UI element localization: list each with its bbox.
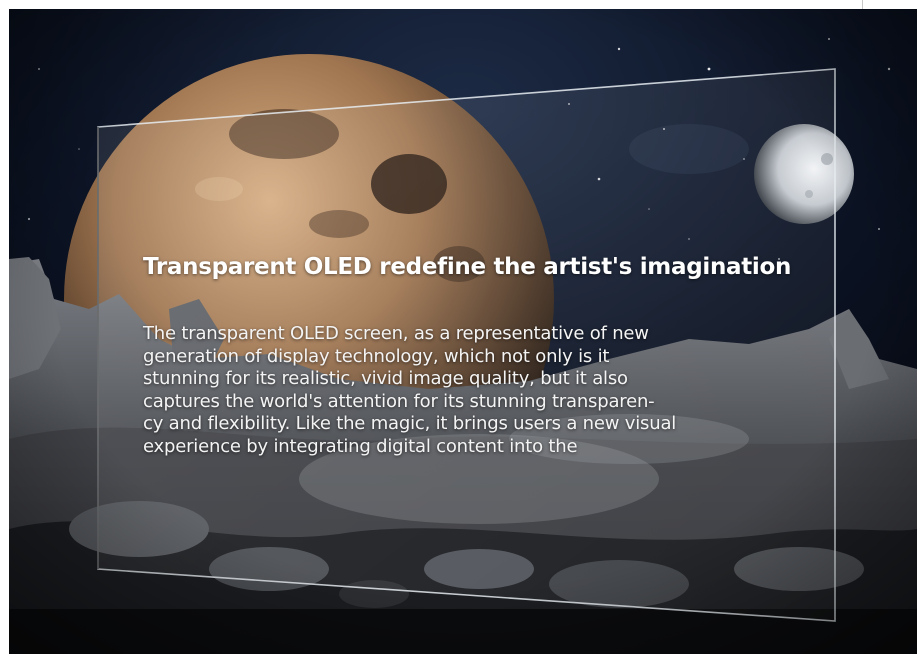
body-line: stunning for its realistic, vivid image … (143, 368, 628, 389)
top-border-divider (862, 0, 863, 9)
left-border (0, 0, 9, 654)
body-line: experience by integrating digital conten… (143, 435, 578, 457)
body-line: The transparent OLED screen, as a repres… (143, 323, 649, 344)
space-landscape-scene[interactable]: Transparent OLED redefine the artist's i… (9, 9, 917, 654)
slide-body-text: The transparent OLED screen, as a repres… (143, 323, 803, 458)
body-line: captures the world's attention for its s… (143, 390, 655, 412)
body-line: generation of display technology, which … (143, 345, 610, 367)
top-border (0, 0, 917, 9)
slide-headline: Transparent OLED redefine the artist's i… (143, 254, 792, 280)
video-frame: Transparent OLED redefine the artist's i… (0, 0, 917, 654)
body-line: cy and flexibility. Like the magic, it b… (143, 413, 677, 434)
